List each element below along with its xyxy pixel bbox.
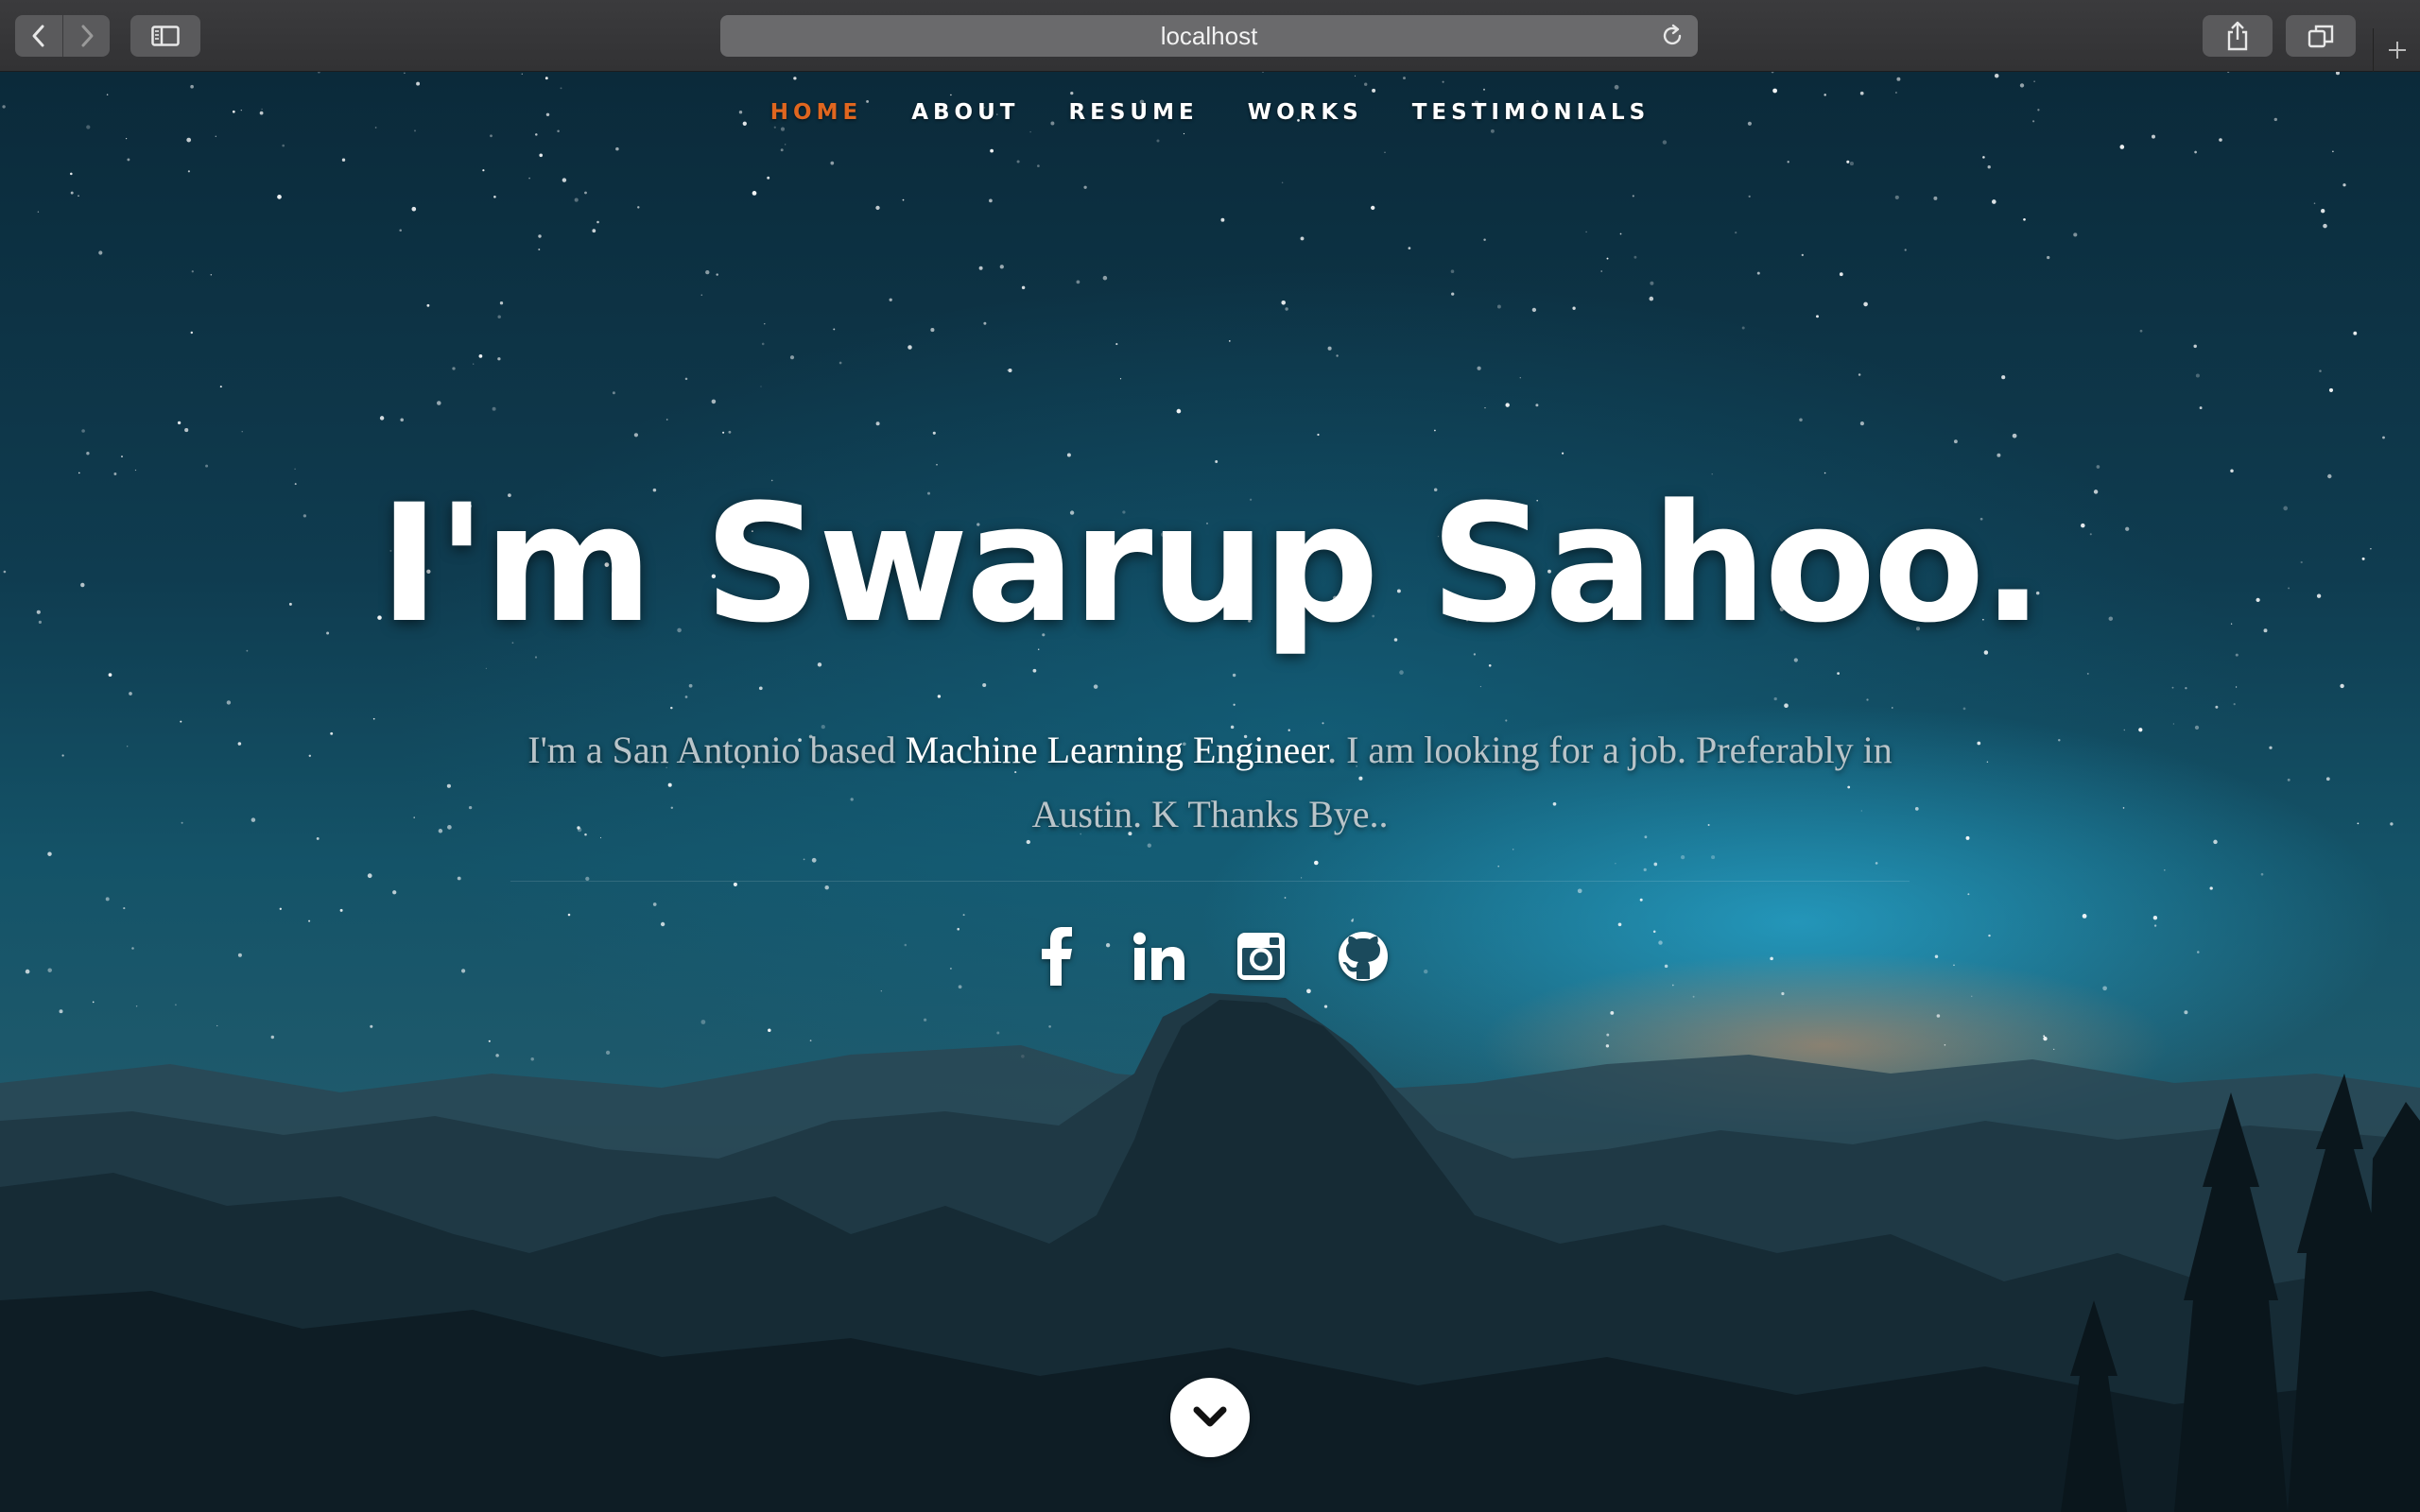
- back-button[interactable]: [15, 15, 62, 57]
- plus-icon: [2388, 42, 2406, 59]
- nav-about[interactable]: ABOUT: [911, 100, 1019, 125]
- linkedin-icon: [1133, 932, 1184, 980]
- share-button[interactable]: [2203, 15, 2273, 57]
- github-link[interactable]: [1333, 926, 1393, 987]
- hero-headline: I'm Swarup Sahoo.: [379, 469, 2044, 659]
- facebook-icon: [1042, 927, 1072, 986]
- chevron-left-icon: [32, 25, 44, 47]
- instagram-icon: [1237, 933, 1285, 980]
- forward-button[interactable]: [62, 15, 110, 57]
- chevron-right-icon: [81, 25, 93, 47]
- nav-testimonials[interactable]: TESTIMONIALS: [1412, 100, 1650, 125]
- nav-resume[interactable]: RESUME: [1068, 100, 1198, 125]
- hero-section: HOME ABOUT RESUME WORKS TESTIMONIALS I'm…: [0, 72, 2420, 1512]
- sidebar-toggle-button[interactable]: [130, 15, 200, 57]
- tabs-icon: [2308, 25, 2334, 48]
- show-tabs-button[interactable]: [2286, 15, 2356, 57]
- instagram-link[interactable]: [1231, 926, 1291, 987]
- new-tab-button[interactable]: [2373, 28, 2420, 72]
- scroll-down-button[interactable]: [1170, 1378, 1250, 1457]
- history-nav: [15, 15, 110, 57]
- browser-toolbar: localhost: [0, 0, 2420, 72]
- address-bar[interactable]: localhost: [720, 15, 1698, 57]
- share-icon: [2227, 21, 2248, 51]
- social-links: [0, 926, 2420, 987]
- intro-highlight: Machine Learning Engineer: [905, 729, 1328, 771]
- github-icon: [1339, 932, 1388, 981]
- intro-text-start: I'm a San Antonio based: [527, 729, 906, 771]
- reload-icon[interactable]: [1660, 24, 1685, 48]
- main-nav: HOME ABOUT RESUME WORKS TESTIMONIALS: [0, 100, 2420, 125]
- sidebar-icon: [151, 26, 180, 46]
- url-text: localhost: [1160, 21, 1258, 50]
- facebook-link[interactable]: [1027, 926, 1087, 987]
- hero-intro: I'm a San Antonio based Machine Learning…: [510, 718, 1910, 847]
- linkedin-link[interactable]: [1129, 926, 1189, 987]
- chevron-down-icon: [1193, 1406, 1227, 1427]
- hero-divider: [510, 881, 1910, 882]
- nav-works[interactable]: WORKS: [1248, 100, 1363, 125]
- nav-home[interactable]: HOME: [770, 100, 862, 125]
